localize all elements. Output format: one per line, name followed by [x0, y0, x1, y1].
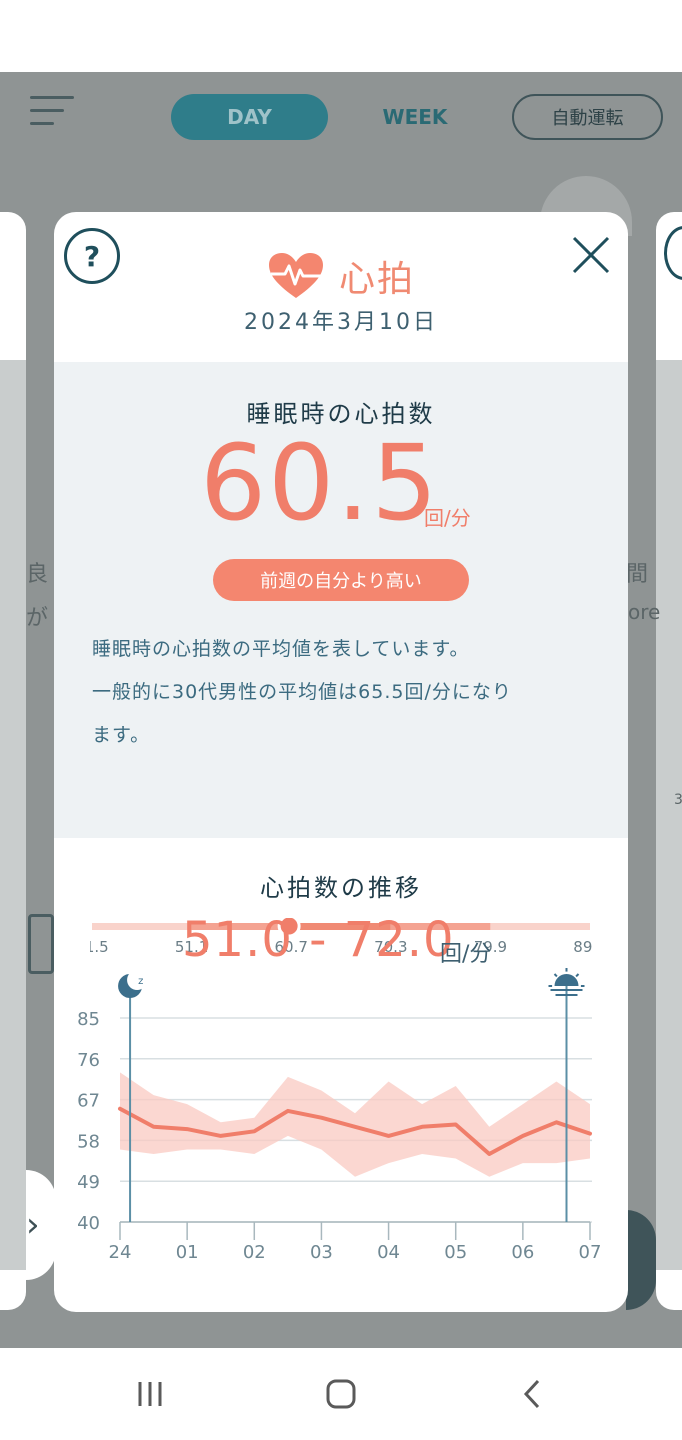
heart-rate-modal: ? 心拍 2024年3月10日 睡眠時の心拍数 60.5 回/分 前週の自分より… [54, 212, 628, 1312]
trend-range-value: 51.0 - 72.0 [182, 912, 455, 968]
x-tick-label: 01 [176, 1242, 199, 1263]
x-tick-label: 04 [377, 1242, 400, 1263]
tab-week[interactable]: WEEK [370, 94, 460, 140]
y-tick-label: 85 [77, 1009, 100, 1030]
x-tick-label: 02 [243, 1242, 266, 1263]
sun-half [554, 974, 579, 986]
summary-description: 睡眠時の心拍数の平均値を表しています。 一般的に30代男性の平均値は65.5回/… [92, 628, 592, 757]
home-icon [326, 1379, 356, 1409]
left-card-text-1: 良 [26, 562, 49, 587]
recent-apps-icon [138, 1382, 162, 1406]
range-segment [490, 923, 590, 930]
x-tick-label: 06 [511, 1242, 534, 1263]
tab-day[interactable]: DAY [171, 94, 328, 140]
recent-apps-button[interactable] [120, 1348, 180, 1440]
sleep-heart-rate-summary: 睡眠時の心拍数 60.5 回/分 前週の自分より高い 睡眠時の心拍数の平均値を表… [54, 362, 628, 954]
moon-sleep-icon: z [118, 970, 148, 998]
system-navigation-bar [0, 1348, 682, 1440]
right-card-text-3: 3 [674, 792, 682, 808]
x-tick-label: 07 [579, 1242, 602, 1263]
heart-rate-trend-chart: 85 76 67 58 49 40 24 01 02 03 04 05 06 07 z [77, 968, 602, 1263]
description-line-2: 一般的に30代男性の平均値は65.5回/分になり [92, 681, 512, 703]
y-tick-label: 58 [77, 1131, 100, 1152]
range-tick-label: 41.5 [90, 938, 109, 954]
modal-title: 心拍 [338, 259, 415, 300]
x-tick-label: 05 [444, 1242, 467, 1263]
y-tick-label: 40 [77, 1213, 100, 1234]
fab-button[interactable] [626, 1210, 656, 1310]
moon-z: z [138, 976, 143, 987]
range-segment [92, 923, 192, 930]
y-tick-label: 76 [77, 1050, 100, 1071]
comparison-badge: 前週の自分より高い [213, 559, 469, 601]
back-icon [523, 1379, 540, 1409]
right-card-gray-panel [656, 360, 682, 1270]
next-arrow-button[interactable]: › [26, 1170, 56, 1280]
range-tick-label: 89.5 [573, 938, 592, 954]
description-line-1: 睡眠時の心拍数の平均値を表しています。 [92, 638, 470, 660]
moon-cutout [127, 970, 148, 990]
back-button[interactable] [502, 1348, 562, 1440]
x-tick-label: 24 [109, 1242, 132, 1263]
right-card-text-2: ore [628, 600, 661, 624]
summary-unit: 回/分 [424, 506, 471, 530]
trend-title: 心拍数の推移 [260, 874, 422, 902]
home-button[interactable] [311, 1348, 371, 1440]
calendar-icon [28, 914, 54, 974]
sun-ray [553, 973, 558, 978]
x-tick-label: 03 [310, 1242, 333, 1263]
range-band [120, 1072, 590, 1177]
modal-header: 心拍 [54, 250, 628, 302]
right-card-text-1: 間 [626, 562, 649, 587]
auto-operation-button[interactable]: 自動運転 [512, 94, 663, 140]
sunrise-icon [548, 968, 585, 996]
menu-icon[interactable] [30, 96, 74, 135]
left-card-text-2: が [26, 606, 49, 631]
summary-value: 60.5 [200, 422, 440, 544]
heart-pulse-icon [268, 253, 323, 298]
sun-ray [575, 973, 580, 978]
y-tick-label: 67 [77, 1091, 100, 1112]
modal-date: 2024年3月10日 [244, 310, 438, 335]
description-line-3: ます。 [92, 724, 151, 746]
y-tick-label: 49 [77, 1172, 100, 1193]
left-card-gray-panel [0, 360, 26, 1270]
